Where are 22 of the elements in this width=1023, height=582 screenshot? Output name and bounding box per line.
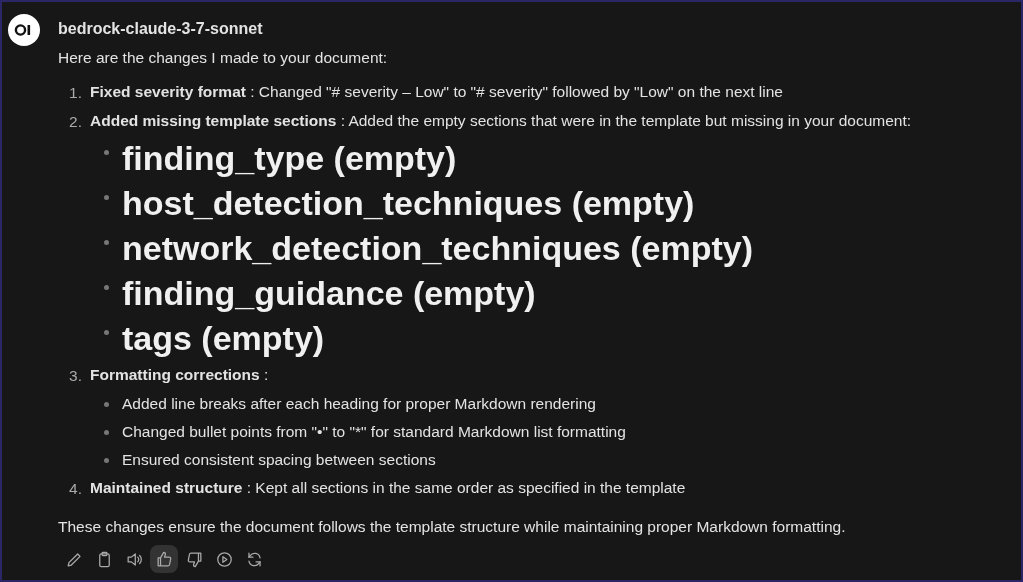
message-text: These changes ensure the document follows the template structure while maintaining proper Markdown formatting. <box>58 517 847 537</box>
section-heading: network_detection_techniques (empty) <box>122 228 753 269</box>
logo-icon <box>8 14 40 46</box>
bullet-text: Changed bullet points from "•" to "*" for standard Markdown list formatting <box>122 422 626 442</box>
play-icon <box>214 549 234 569</box>
thumbs-up-button[interactable] <box>150 545 178 573</box>
section-heading: tags (empty) <box>122 318 325 359</box>
list-item-text: Maintained structure : Kept all sections in the same order as specified in the template <box>90 478 686 498</box>
bullet-text: Added line breaks after each heading for proper Markdown rendering <box>122 394 596 414</box>
list-item-text: Fixed severity format : Changed "# severity – Low" to "# severity" followed by "Low" on the next line <box>90 82 783 102</box>
bullet-text: Ensured consistent spacing between sections <box>122 450 436 470</box>
model-name: bedrock-claude-3-7-sonnet <box>58 19 264 39</box>
section-heading: finding_guidance (empty) <box>122 273 536 314</box>
message-text: Here are the changes I made to your document: <box>58 48 389 68</box>
list-item-text: Formatting corrections : <box>90 365 269 385</box>
list-item-text: Added missing template sections : Added the empty sections that were in the template but missing in your document: <box>90 111 912 131</box>
list-number: 4. <box>68 479 82 499</box>
section-heading: host_detection_techniques (empty) <box>122 183 695 224</box>
list-number: 3. <box>68 366 82 386</box>
list-number: 2. <box>68 112 82 132</box>
list-number: 1. <box>68 83 82 103</box>
section-heading: finding_type (empty) <box>122 138 457 179</box>
